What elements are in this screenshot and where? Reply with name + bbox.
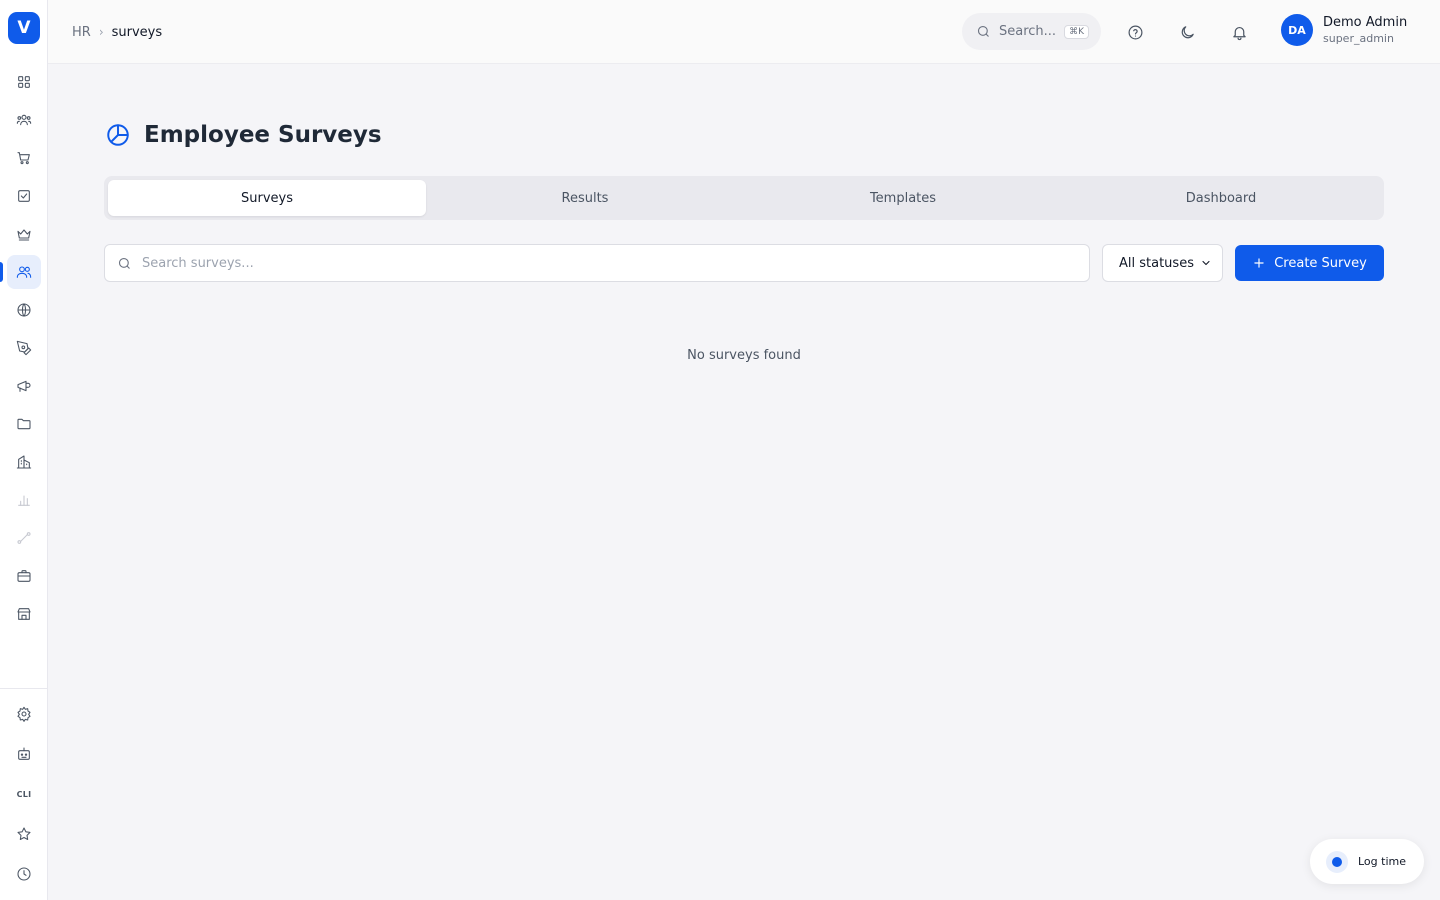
tab-dashboard[interactable]: Dashboard xyxy=(1062,180,1380,216)
shortcut-badge: ⌘K xyxy=(1064,24,1089,39)
sidebar-item-tasks[interactable] xyxy=(7,179,41,213)
create-survey-label: Create Survey xyxy=(1274,255,1367,271)
moon-icon xyxy=(1181,25,1194,38)
survey-search-input[interactable] xyxy=(142,255,1042,271)
breadcrumb: HR › surveys xyxy=(72,0,162,64)
megaphone-icon xyxy=(17,380,31,392)
chevron-down-icon xyxy=(1202,260,1210,266)
survey-search xyxy=(104,244,1090,282)
briefcase-icon xyxy=(17,570,31,582)
sidebar-item-premium[interactable] xyxy=(7,217,41,251)
tab-templates[interactable]: Templates xyxy=(744,180,1062,216)
create-survey-button[interactable]: Create Survey xyxy=(1235,245,1384,281)
bot-icon xyxy=(18,747,30,760)
settings-icon xyxy=(17,706,31,722)
timer-icon xyxy=(1326,850,1348,873)
tab-bar: Surveys Results Templates Dashboard xyxy=(104,176,1384,220)
sidebar-item-settings[interactable] xyxy=(7,697,41,731)
route-icon xyxy=(17,532,31,544)
page-title-row: Employee Surveys xyxy=(105,122,382,148)
pen-tool-icon xyxy=(16,340,32,356)
sidebar-item-company[interactable] xyxy=(7,445,41,479)
folder-icon xyxy=(17,418,31,430)
chevron-right-icon: › xyxy=(98,25,104,39)
sidebar-item-workflows[interactable] xyxy=(7,521,41,555)
log-time-label: Log time xyxy=(1358,855,1406,868)
clock-icon xyxy=(17,867,31,881)
empty-state-message: No surveys found xyxy=(687,348,801,363)
avatar: DA xyxy=(1281,14,1313,46)
breadcrumb-current: surveys xyxy=(111,24,163,40)
breadcrumb-root[interactable]: HR xyxy=(72,25,91,40)
top-header: HR › surveys Search... ⌘K DA Demo Admin … xyxy=(48,0,1440,64)
team-icon xyxy=(16,114,32,126)
sidebar-item-jobs[interactable] xyxy=(7,559,41,593)
building-icon xyxy=(16,455,32,469)
log-time-button[interactable]: Log time xyxy=(1310,839,1424,884)
cart-icon xyxy=(17,152,30,165)
bar-chart-icon xyxy=(18,495,30,506)
app-logo[interactable]: V xyxy=(8,12,40,44)
users-icon xyxy=(16,266,32,278)
search-icon xyxy=(118,257,130,269)
help-circle-icon xyxy=(1128,25,1142,39)
globe-icon xyxy=(17,303,31,317)
user-role: super_admin xyxy=(1323,32,1394,45)
sidebar-item-files[interactable] xyxy=(7,407,41,441)
bell-icon xyxy=(1232,26,1246,40)
global-search[interactable]: Search... ⌘K xyxy=(962,13,1101,50)
sidebar-item-bot[interactable] xyxy=(7,737,41,771)
sidebar-item-shop[interactable] xyxy=(7,141,41,175)
sidebar-item-marketing[interactable] xyxy=(7,369,41,403)
sidebar-item-history[interactable] xyxy=(7,857,41,891)
theme-toggle-button[interactable] xyxy=(1175,20,1199,44)
star-icon xyxy=(17,827,31,840)
search-icon xyxy=(977,25,989,37)
tab-surveys[interactable]: Surveys xyxy=(108,180,426,216)
help-button[interactable] xyxy=(1123,20,1147,44)
user-menu[interactable]: DA Demo Admin super_admin xyxy=(1281,14,1407,46)
sidebar-divider xyxy=(0,688,48,689)
checkbox-icon xyxy=(18,190,30,202)
status-filter-select[interactable]: All statuses xyxy=(1102,244,1223,282)
sidebar-item-cli[interactable]: CLI xyxy=(7,777,41,811)
page-title: Employee Surveys xyxy=(144,122,382,148)
sidebar-item-store[interactable] xyxy=(7,597,41,631)
sidebar: V CLI xyxy=(0,0,48,900)
global-search-placeholder: Search... xyxy=(999,24,1057,39)
plus-icon xyxy=(1254,258,1264,268)
crown-icon xyxy=(17,229,31,241)
sidebar-item-dashboard[interactable] xyxy=(7,65,41,99)
grid-icon xyxy=(18,76,30,88)
user-name: Demo Admin xyxy=(1323,15,1408,30)
sidebar-item-analytics[interactable] xyxy=(7,483,41,517)
sidebar-item-hr[interactable] xyxy=(7,255,41,289)
pie-chart-icon xyxy=(107,124,129,146)
tab-results[interactable]: Results xyxy=(426,180,744,216)
user-info: Demo Admin super_admin xyxy=(1323,14,1407,46)
sidebar-item-design[interactable] xyxy=(7,331,41,365)
sidebar-item-web[interactable] xyxy=(7,293,41,327)
store-icon xyxy=(17,608,31,620)
sidebar-item-favorites[interactable] xyxy=(7,817,41,851)
status-filter-value: All statuses xyxy=(1119,255,1194,271)
active-indicator xyxy=(0,262,3,282)
notifications-button[interactable] xyxy=(1227,20,1251,44)
cli-label: CLI xyxy=(16,789,32,799)
sidebar-item-team[interactable] xyxy=(7,103,41,137)
